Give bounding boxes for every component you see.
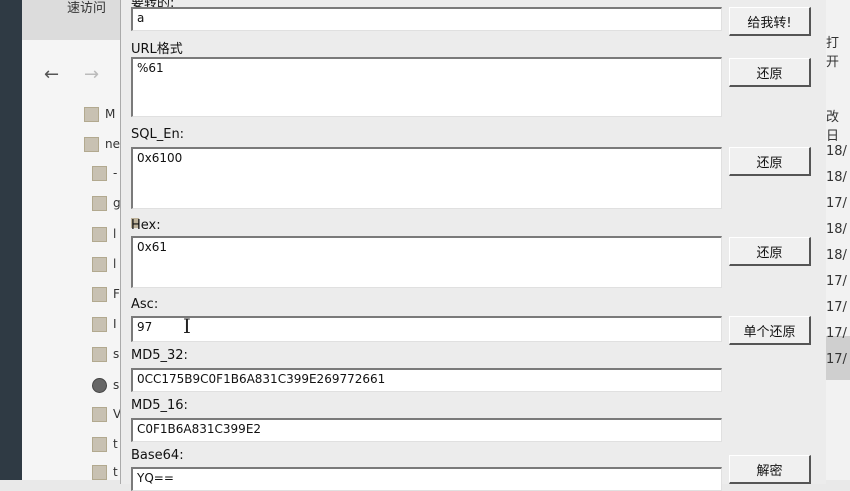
md5-32-label: MD5_32: [131,348,188,363]
asc-restore-button[interactable]: 单个还原 [729,316,811,345]
folder-icon [92,195,107,211]
tree-item[interactable]: V [92,404,121,424]
folder-icon [92,226,107,242]
date-cell: 18/ [826,170,847,185]
sql-restore-button[interactable]: 还原 [729,147,811,176]
folder-icon [92,286,107,302]
sql-label: SQL_En: [131,127,185,142]
md5-32-field[interactable]: 0CC175B9C0F1B6A831C399E269772661 [131,368,722,392]
tree-item[interactable]: g [92,193,121,213]
base64-field[interactable]: YQ== [131,467,722,491]
folder-icon [92,165,107,181]
convert-button[interactable]: 给我转! [729,7,811,36]
tree-item[interactable]: s [92,375,119,395]
sql-field[interactable]: 0x6100 [131,147,722,209]
folder-icon [92,346,107,362]
back-arrow-icon[interactable]: ← [44,64,59,85]
tree-item[interactable]: ne [84,134,120,154]
text-cursor-icon: I [183,314,191,338]
open-label[interactable]: 打开 [826,32,850,70]
base64-label: Base64: [131,448,184,463]
date-cell: 17/ [826,352,847,367]
hex-label: Hex: [131,218,161,233]
url-field[interactable]: %61 [131,57,722,117]
folder-icon [84,106,99,122]
date-cell: 18/ [826,248,847,263]
tree-item[interactable]: l [92,224,116,244]
url-label: URL格式 [131,42,183,57]
date-cell: 17/ [826,196,847,211]
folder-icon [92,464,107,480]
md5-16-field[interactable]: C0F1B6A831C399E2 [131,418,722,442]
url-restore-button[interactable]: 还原 [729,58,811,87]
tree-item[interactable]: M [84,104,115,124]
tree-item[interactable]: t [92,462,118,482]
folder-icon [92,406,107,422]
folder-icon [92,316,107,332]
tree-item[interactable]: l [92,254,116,274]
quick-access-tab[interactable]: 速访问 [67,0,106,16]
forward-arrow-icon[interactable]: → [84,64,99,85]
explorer-date-column [826,0,850,480]
date-cell: 17/ [826,326,847,341]
tree-item[interactable]: - [92,163,117,183]
asc-label: Asc: [131,297,159,312]
date-cell: 17/ [826,274,847,289]
tree-item[interactable]: t [92,434,118,454]
md5-16-label: MD5_16: [131,398,188,413]
folder-icon [92,256,107,272]
date-cell: 17/ [826,300,847,315]
tree-item[interactable]: s [92,344,119,364]
folder-icon [92,436,107,452]
desktop-edge [0,0,22,480]
explorer-top-area: 速访问 [22,0,122,40]
date-cell: 18/ [826,222,847,237]
date-header[interactable]: 改日 [826,106,850,144]
disk-icon [92,377,107,393]
input-field[interactable]: a [131,7,722,31]
tree-item[interactable]: I [92,314,117,334]
hex-restore-button[interactable]: 还原 [729,237,811,266]
tree-item[interactable]: F [92,284,120,304]
asc-field[interactable]: 97 [131,316,722,342]
hex-field[interactable]: 0x61 [131,236,722,288]
date-cell: 18/ [826,144,847,159]
folder-icon [84,136,99,152]
